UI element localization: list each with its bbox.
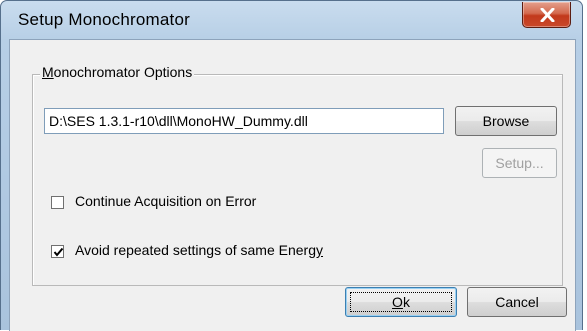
- close-button[interactable]: [522, 2, 571, 28]
- cancel-button-label: Cancel: [495, 294, 539, 310]
- title-bar[interactable]: Setup Monochromator: [1, 1, 582, 39]
- dll-path-input[interactable]: D:\SES 1.3.1-r10\dll\MonoHW_Dummy.dll: [44, 108, 444, 134]
- window-title: Setup Monochromator: [18, 10, 190, 29]
- continue-on-error-label: Continue Acquisition on Error: [75, 193, 257, 209]
- avoid-repeated-checkbox[interactable]: [51, 245, 64, 258]
- group-legend: Monochromator Options: [40, 64, 195, 80]
- focus-rectangle: [350, 292, 452, 312]
- close-icon: [540, 8, 555, 22]
- avoid-repeated-label: Avoid repeated settings of same Energy: [75, 242, 324, 258]
- setup-button[interactable]: Setup...: [482, 148, 557, 178]
- setup-button-label: Setup...: [495, 155, 544, 171]
- browse-button-label: Browse: [482, 113, 530, 129]
- ok-button[interactable]: Ok: [345, 287, 457, 317]
- checkmark-icon: [53, 247, 64, 257]
- cancel-button[interactable]: Cancel: [467, 287, 567, 317]
- continue-on-error-checkbox[interactable]: [51, 196, 64, 209]
- browse-button[interactable]: Browse: [455, 106, 557, 136]
